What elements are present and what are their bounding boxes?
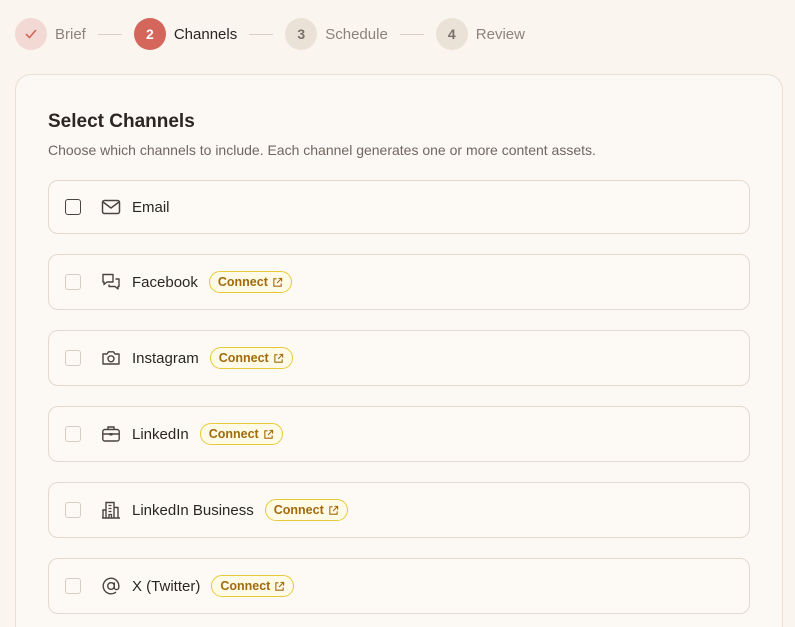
briefcase-icon (100, 423, 122, 445)
external-link-icon (264, 429, 273, 439)
channel-row-linkedin[interactable]: LinkedIn Connect (48, 406, 750, 462)
connect-label: Connect (273, 503, 324, 517)
step-schedule-label: Schedule (325, 25, 388, 43)
step-channels-label: Channels (173, 25, 238, 43)
step-channels[interactable]: 2 Channels (133, 18, 238, 50)
channel-checkbox[interactable] (65, 274, 81, 290)
channel-row-email[interactable]: Email (48, 180, 750, 234)
channel-label: Facebook (132, 273, 198, 291)
step-connector (249, 33, 274, 35)
channel-row-x-twitter[interactable]: X (Twitter) Connect (48, 558, 750, 614)
step-schedule-circle: 3 (285, 18, 318, 50)
step-brief-circle (15, 18, 47, 50)
external-link-icon (329, 505, 338, 515)
step-connector (97, 33, 122, 35)
step-schedule[interactable]: 3 Schedule (285, 18, 388, 50)
connect-button[interactable]: Connect (211, 575, 295, 597)
channel-checkbox[interactable] (65, 199, 81, 215)
channel-row-facebook[interactable]: Facebook Connect (48, 254, 750, 310)
channel-checkbox[interactable] (65, 578, 81, 594)
channels-card: Select Channels Choose which channels to… (15, 74, 783, 627)
step-review-label: Review (475, 25, 525, 43)
channel-label: X (Twitter) (132, 577, 201, 595)
channel-checkbox[interactable] (65, 426, 81, 442)
external-link-icon (273, 353, 283, 363)
step-connector (399, 33, 424, 35)
channel-row-linkedin-business[interactable]: LinkedIn Business Connect (48, 482, 750, 538)
connect-label: Connect (218, 351, 269, 365)
connect-button[interactable]: Connect (209, 347, 293, 369)
connect-button[interactable]: Connect (208, 271, 292, 293)
channel-label: Email (132, 198, 170, 216)
step-brief[interactable]: Brief (15, 18, 86, 50)
connect-label: Connect (217, 275, 268, 289)
mail-icon (100, 196, 122, 218)
channel-checkbox[interactable] (65, 350, 81, 366)
check-icon (25, 29, 37, 39)
connect-button[interactable]: Connect (199, 423, 283, 445)
stepper: Brief 2 Channels 3 Schedule 4 Review (15, 17, 525, 51)
channel-label: LinkedIn Business (132, 501, 254, 519)
external-link-icon (275, 581, 285, 591)
connect-label: Connect (220, 579, 271, 593)
camera-icon (100, 347, 122, 369)
building-icon (100, 499, 122, 521)
chat-bubbles-icon (100, 271, 122, 293)
external-link-icon (273, 277, 283, 287)
connect-button[interactable]: Connect (264, 499, 348, 521)
step-brief-label: Brief (55, 25, 86, 43)
channel-label: Instagram (132, 349, 199, 367)
channel-label: LinkedIn (132, 425, 189, 443)
channel-checkbox[interactable] (65, 502, 81, 518)
channel-row-instagram[interactable]: Instagram Connect (48, 330, 750, 386)
step-review[interactable]: 4 Review (435, 18, 525, 50)
step-channels-circle: 2 (133, 18, 166, 50)
card-title: Select Channels (48, 111, 195, 132)
at-sign-icon (100, 575, 122, 597)
step-review-circle: 4 (435, 18, 468, 50)
connect-label: Connect (208, 427, 259, 441)
card-subtitle: Choose which channels to include. Each c… (48, 142, 596, 158)
